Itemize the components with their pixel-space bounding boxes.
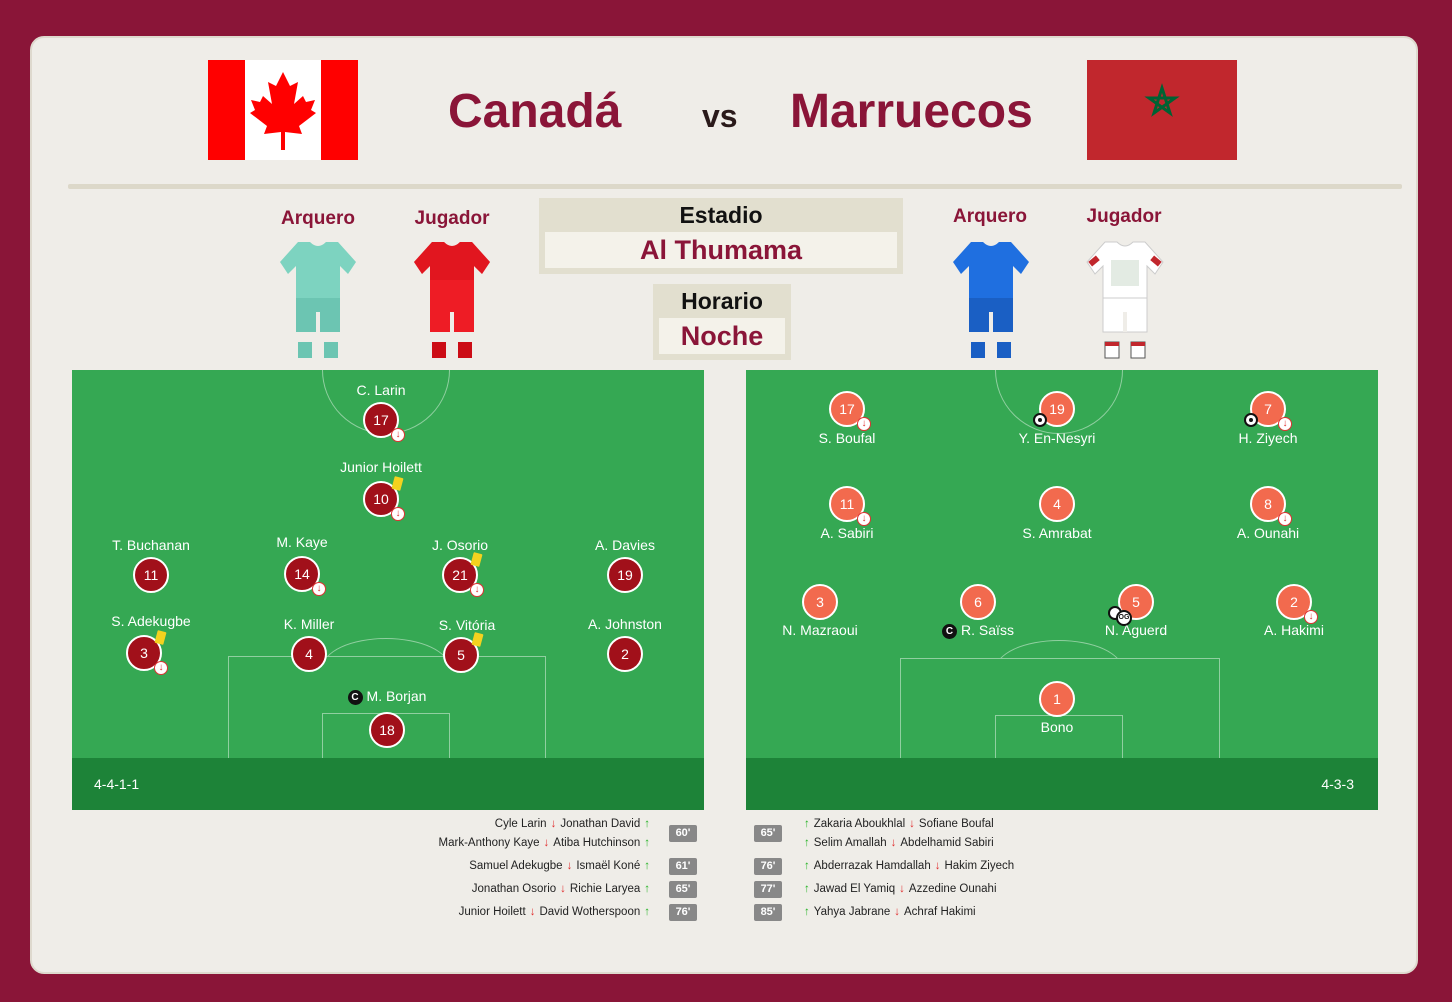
sub-out-arrow-icon: ↓ [890, 837, 897, 849]
sub-in-arrow-icon: ↑ [804, 860, 810, 872]
away-substitutions: 65' ↑ Zakaria Aboukhlal ↓ Sofiane Boufal ↑ S… [32, 38, 1420, 976]
sub-out-name: Abdelhamid Sabiri [900, 837, 994, 849]
sub-in-arrow-icon: ↑ [804, 837, 810, 849]
sub-minute-badge: 65' [754, 825, 782, 842]
sub-row: ↑ Jawad El Yamiq ↓ Azzedine Ounahi [800, 881, 997, 897]
sub-out-name: Achraf Hakimi [904, 906, 976, 918]
match-card: Canadá vs Marruecos Arquero Jugador Esta… [30, 36, 1418, 974]
sub-in-name: Selim Amallah [813, 837, 887, 849]
sub-in-name: Jawad El Yamiq [813, 883, 896, 895]
sub-row: ↑ Selim Amallah ↓ Abdelhamid Sabiri [800, 835, 994, 851]
sub-in-name: Zakaria Aboukhlal [813, 818, 906, 830]
sub-out-name: Azzedine Ounahi [908, 883, 997, 895]
sub-out-arrow-icon: ↓ [909, 818, 915, 830]
sub-row: ↑ Abderrazak Hamdallah ↓ Hakim Ziyech [800, 858, 1014, 874]
sub-out-arrow-icon: ↓ [934, 860, 941, 872]
sub-in-name: Abderrazak Hamdallah [813, 860, 931, 872]
sub-out-arrow-icon: ↓ [899, 883, 905, 895]
sub-in-arrow-icon: ↑ [804, 883, 810, 895]
sub-row: ↑ Yahya Jabrane ↓ Achraf Hakimi [800, 904, 976, 920]
sub-in-name: Yahya Jabrane [813, 906, 891, 918]
sub-out-arrow-icon: ↓ [894, 906, 901, 918]
sub-row: ↑ Zakaria Aboukhlal ↓ Sofiane Boufal [800, 816, 994, 832]
sub-out-name: Hakim Ziyech [944, 860, 1015, 872]
sub-in-arrow-icon: ↑ [804, 818, 810, 830]
sub-out-name: Sofiane Boufal [918, 818, 994, 830]
sub-minute-badge: 77' [754, 881, 782, 898]
sub-in-arrow-icon: ↑ [804, 906, 810, 918]
sub-minute-badge: 85' [754, 904, 782, 921]
sub-minute-badge: 76' [754, 858, 782, 875]
